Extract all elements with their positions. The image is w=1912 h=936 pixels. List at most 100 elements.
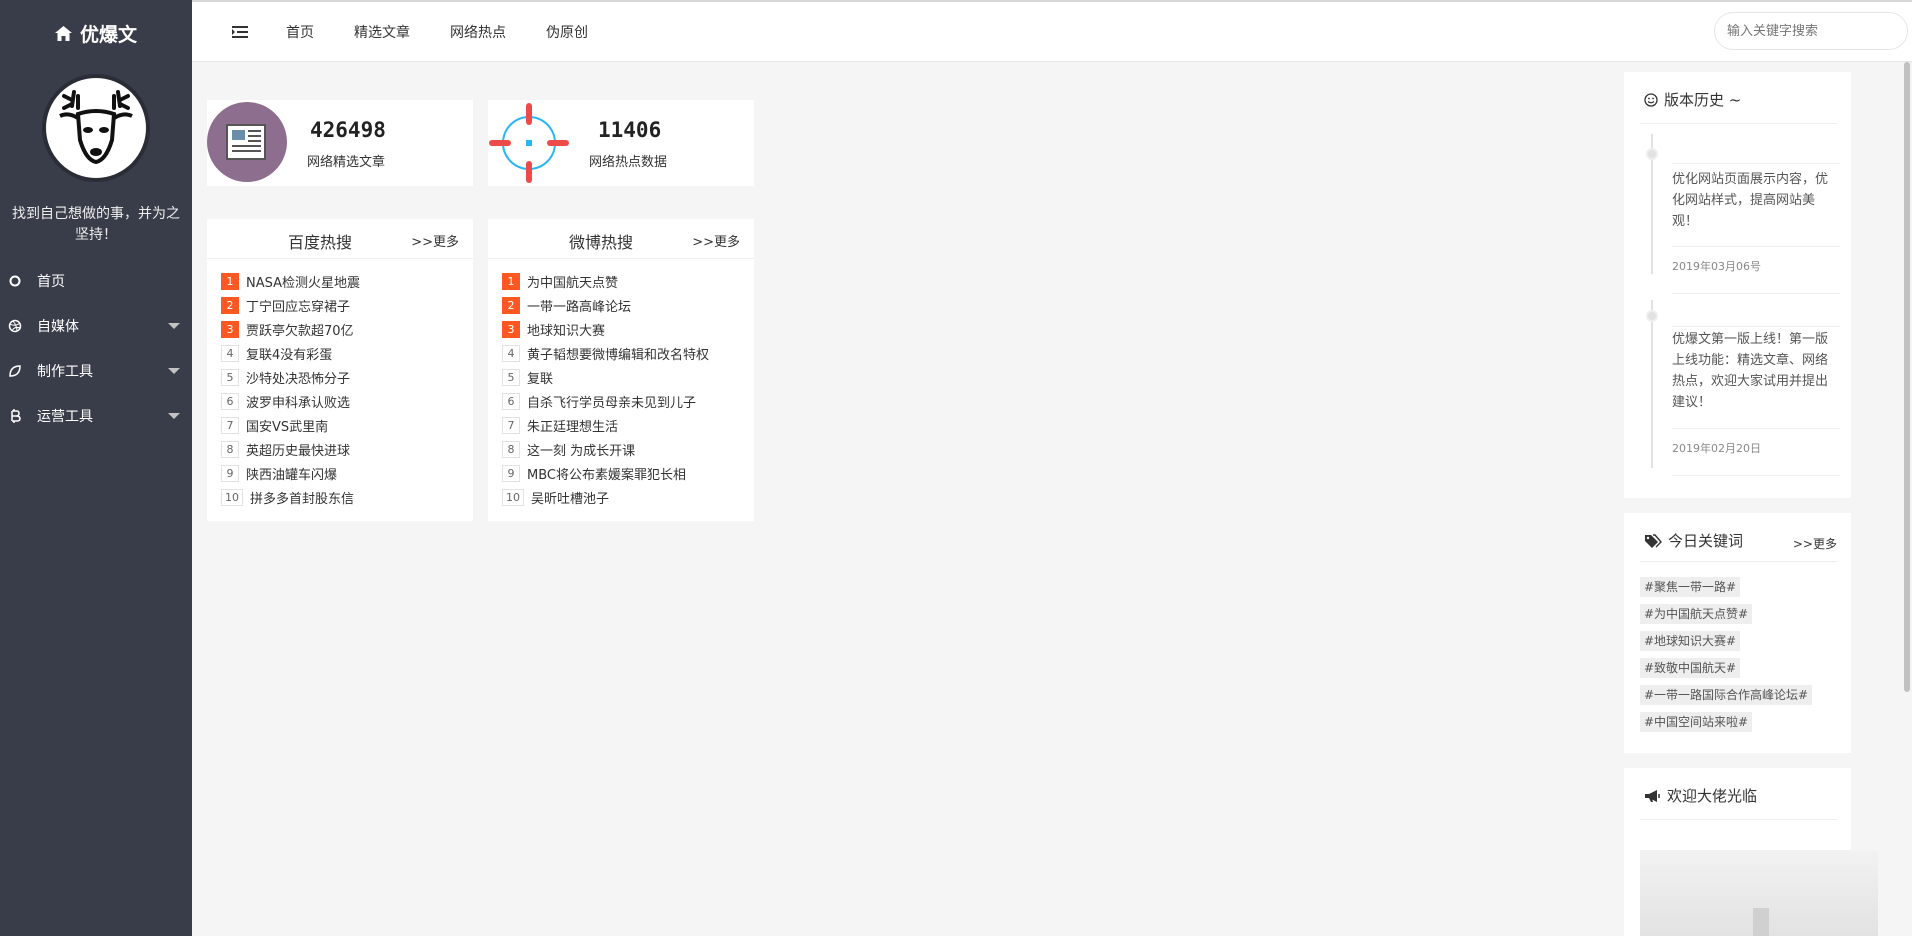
card-title-text: 版本历史 ~: [1664, 91, 1742, 109]
sidebar-nav: 首页 自媒体 制作工具 运营工具: [0, 258, 192, 438]
sidebar: 优爆文 找到自己想做的事，并为之坚持！ 首页 自媒体 制作工具 运营工具: [0, 0, 192, 936]
list-item[interactable]: 5 复联: [502, 365, 740, 389]
list-item[interactable]: 3 贾跃亭欠款超70亿: [221, 317, 459, 341]
history-entry-text: 优爆文第一版上线！第一版上线功能：精选文章、网络热点，欢迎大家试用并提出建议！: [1672, 332, 1829, 410]
list-item-text: 吴昕吐槽池子: [531, 491, 610, 507]
list-item[interactable]: 3 地球知识大赛: [502, 317, 740, 341]
history-entry-date: 2019年03月06号: [1672, 260, 1761, 273]
history-entry-date: 2019年02月20日: [1672, 442, 1761, 455]
list-item[interactable]: 4 复联4没有彩蛋: [221, 341, 459, 365]
newspaper-icon: [207, 102, 287, 182]
list-item[interactable]: 1 为中国航天点赞: [502, 269, 740, 293]
menu-toggle-icon[interactable]: [232, 24, 248, 38]
list-item[interactable]: 1 NASA检测火星地震: [221, 269, 459, 293]
list-item-text: 沙特处决恐怖分子: [246, 371, 351, 387]
rank-badge: 3: [221, 320, 239, 338]
keyword-tag[interactable]: #聚焦一带一路#: [1640, 577, 1741, 597]
page-scrollbar[interactable]: [1904, 62, 1910, 692]
sidebar-item-tools[interactable]: 制作工具: [0, 348, 192, 393]
topnav-home[interactable]: 首页: [286, 22, 314, 42]
stat-card-articles[interactable]: 426498 网络精选文章: [207, 100, 473, 186]
version-history-card: 版本历史 ~ 优化网站页面展示内容，优化网站样式，提高网站美观！ 2019年03…: [1624, 72, 1851, 498]
rank-badge: 8: [502, 440, 520, 458]
sidebar-item-ops[interactable]: 运营工具: [0, 393, 192, 438]
rank-badge: 7: [221, 416, 239, 434]
list-item[interactable]: 10 拼多多首封股东信: [221, 485, 459, 509]
list-item[interactable]: 5 沙特处决恐怖分子: [221, 365, 459, 389]
sidebar-item-label: 首页: [37, 273, 65, 290]
stat-card-hotspots[interactable]: 11406 网络热点数据: [488, 100, 754, 186]
timeline-line: [1651, 300, 1653, 468]
list-item-text: 国安VS武里南: [246, 419, 329, 435]
caret-down-icon: [168, 323, 180, 329]
list-item[interactable]: 4 黄子韬想要微博编辑和改名特权: [502, 341, 740, 365]
list-item[interactable]: 7 国安VS武里南: [221, 413, 459, 437]
card-title: 今日关键词: [1644, 530, 1743, 551]
topnav-hotspots[interactable]: 网络热点: [450, 22, 506, 42]
list-item[interactable]: 6 自杀飞行学员母亲未见到儿子: [502, 389, 740, 413]
list-item-text: MBC将公布素媛案罪犯长相: [527, 467, 686, 483]
timeline-dot: [1646, 310, 1658, 322]
rank-badge: 10: [502, 488, 524, 506]
leaf-icon: [8, 364, 22, 378]
list-item[interactable]: 8 英超历史最快进球: [221, 437, 459, 461]
list-item-text: 朱正廷理想生活: [527, 419, 619, 435]
list-item[interactable]: 2 一带一路高峰论坛: [502, 293, 740, 317]
more-link[interactable]: >>更多: [1793, 535, 1837, 552]
list-item-text: 地球知识大赛: [527, 323, 606, 339]
card-title: 版本历史 ~: [1644, 89, 1741, 110]
keyword-tag[interactable]: #为中国航天点赞#: [1640, 604, 1753, 624]
divider: [1640, 819, 1837, 820]
divider: [1640, 123, 1837, 124]
topnav-articles[interactable]: 精选文章: [354, 22, 410, 42]
rank-badge: 4: [502, 344, 520, 362]
sidebar-item-label: 运营工具: [37, 408, 93, 425]
sidebar-item-home[interactable]: 首页: [0, 258, 192, 303]
rank-badge: 9: [502, 464, 520, 482]
divider: [1672, 163, 1840, 164]
brand[interactable]: 优爆文: [0, 0, 192, 66]
topnav-rewrite[interactable]: 伪原创: [546, 22, 588, 42]
top-nav: 首页 精选文章 网络热点 伪原创: [286, 2, 628, 62]
divider: [1640, 561, 1837, 562]
card-title-text: 今日关键词: [1668, 532, 1744, 550]
list-item-text: 黄子韬想要微博编辑和改名特权: [527, 347, 710, 363]
list-item[interactable]: 6 波罗申科承认败选: [221, 389, 459, 413]
keyword-tag[interactable]: #致敬中国航天#: [1640, 658, 1741, 678]
list-item-text: 陕西油罐车闪爆: [246, 467, 338, 483]
list-item[interactable]: 7 朱正廷理想生活: [502, 413, 740, 437]
stat-label: 网络热点数据: [589, 155, 668, 170]
deer-logo-icon: [59, 90, 133, 165]
list-item-text: 波罗申科承认败选: [246, 395, 351, 411]
rank-badge: 10: [221, 488, 243, 506]
smile-icon: [1644, 92, 1658, 107]
history-entry-text: 优化网站页面展示内容，优化网站样式，提高网站美观！: [1672, 172, 1829, 229]
divider: [1672, 293, 1840, 294]
rank-badge: 5: [221, 368, 239, 386]
card-title-text: 欢迎大佬光临: [1667, 787, 1758, 805]
keyword-tag[interactable]: #地球知识大赛#: [1640, 631, 1741, 651]
panel-header: 微博热搜 >>更多: [488, 219, 754, 259]
keyword-tag[interactable]: #中国空间站来啦#: [1640, 712, 1753, 732]
list-item[interactable]: 9 陕西油罐车闪爆: [221, 461, 459, 485]
weibo-hot-panel: 微博热搜 >>更多 1 为中国航天点赞 2 一带一路高峰论坛 3 地球知识大赛 4 黄子韬想要…: [488, 219, 754, 521]
circle-icon: [8, 274, 22, 288]
list-item[interactable]: 2 丁宁回应忘穿裙子: [221, 293, 459, 317]
list-item[interactable]: 9 MBC将公布素媛案罪犯长相: [502, 461, 740, 485]
stat-value: 426498: [310, 118, 386, 142]
search-input[interactable]: [1714, 12, 1908, 50]
panel-header: 百度热搜 >>更多: [207, 219, 473, 259]
welcome-image: [1640, 850, 1878, 936]
rank-badge: 2: [502, 296, 520, 314]
hot-list: 1 NASA检测火星地震 2 丁宁回应忘穿裙子 3 贾跃亭欠款超70亿 4 复联4没有彩蛋 5 沙…: [207, 259, 473, 509]
list-item-text: 拼多多首封股东信: [250, 491, 355, 507]
rank-badge: 6: [502, 392, 520, 410]
keyword-tag[interactable]: #一带一路国际合作高峰论坛#: [1640, 685, 1813, 705]
sidebar-item-media[interactable]: 自媒体: [0, 303, 192, 348]
top-bar: 首页 精选文章 网络热点 伪原创: [192, 2, 1912, 62]
more-link[interactable]: >>更多: [692, 231, 740, 250]
list-item[interactable]: 8 这一刻 为成长开课: [502, 437, 740, 461]
list-item[interactable]: 10 吴昕吐槽池子: [502, 485, 740, 509]
timeline-dot: [1646, 148, 1658, 160]
more-link[interactable]: >>更多: [411, 231, 459, 250]
